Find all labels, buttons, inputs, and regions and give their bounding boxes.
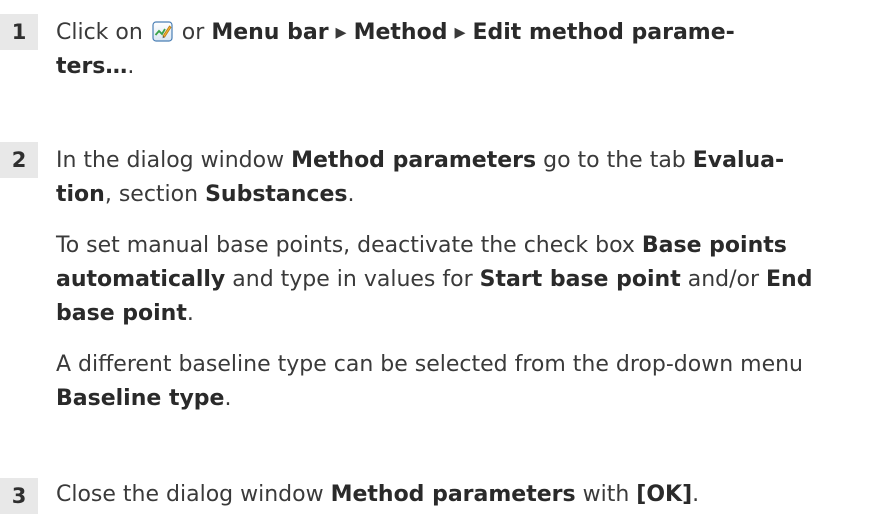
instruction-page: 1 Click on or Menu bar ▸ Method ▸ Edit m… <box>0 0 872 514</box>
step-2-text: In the dialog window Method parameters g… <box>56 144 846 433</box>
step-1-text: Click on or Menu bar ▸ Method ▸ Edit met… <box>56 19 735 79</box>
step-number-1: 1 <box>0 14 38 50</box>
step-2-paragraph-2: To set manual base points, deactivate th… <box>56 233 813 326</box>
edit-method-icon[interactable] <box>152 19 173 42</box>
step-2-paragraph-1: In the dialog window Method parameters g… <box>56 148 785 207</box>
step-2-paragraph-3: A different baseline type can be selecte… <box>56 352 804 411</box>
step-number-2: 2 <box>0 142 38 178</box>
step-number-3: 3 <box>0 478 38 514</box>
step-3-text: Close the dialog window Method parameter… <box>56 482 700 507</box>
